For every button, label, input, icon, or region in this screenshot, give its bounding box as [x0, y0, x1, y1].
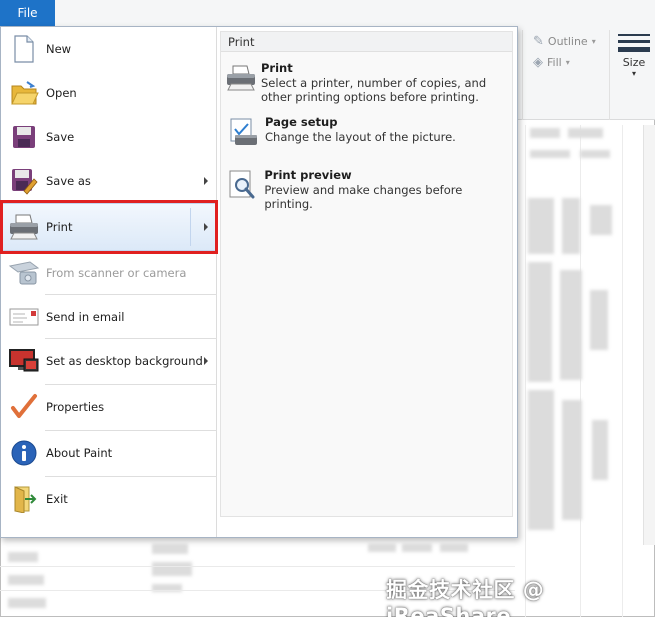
print-preview-description: Preview and make changes before printing… [264, 183, 463, 211]
vertical-scrollbar[interactable] [643, 125, 655, 545]
submenu-arrow-icon [204, 177, 208, 185]
canvas-grid-line [622, 125, 623, 617]
blurred-content [528, 262, 552, 382]
info-icon [7, 436, 41, 470]
menu-item-label: Print [46, 220, 73, 234]
page-setup-title: Page setup [265, 115, 338, 129]
menu-item-save[interactable]: Save [1, 115, 217, 159]
menu-item-about[interactable]: About Paint [1, 431, 217, 475]
fill-label: Fill [547, 56, 562, 69]
blurred-content [568, 128, 603, 138]
size-button[interactable]: Size ▾ [616, 34, 652, 78]
menu-item-label: Exit [46, 492, 68, 506]
menu-item-save-as[interactable]: Save as [1, 159, 217, 203]
save-disk-icon [7, 120, 41, 154]
blurred-content [590, 290, 608, 350]
menu-item-label: Open [46, 86, 77, 100]
blurred-content [590, 205, 612, 235]
print-option-description: Select a printer, number of copies, and … [261, 76, 487, 104]
blurred-content [580, 150, 610, 158]
blurred-content [560, 270, 582, 380]
blurred-content [530, 128, 560, 138]
menu-item-label: Save [46, 130, 75, 144]
menu-item-label: Send in email [46, 310, 125, 324]
print-option[interactable]: Print Select a printer, number of copies… [225, 60, 510, 104]
chevron-down-icon: ▾ [591, 37, 596, 46]
watermark: 掘金技术社区 @ iReaShare [386, 578, 545, 617]
menu-item-label: Properties [46, 400, 105, 414]
blurred-content [562, 400, 582, 520]
blurred-content [440, 544, 468, 552]
line-size-icon [616, 34, 652, 52]
chevron-down-icon: ▾ [631, 69, 636, 78]
fill-button[interactable]: ◈ Fill ▾ [533, 55, 570, 70]
print-pane-title: Print [221, 32, 512, 52]
outline-icon: ✎ [533, 34, 544, 49]
fill-bucket-icon: ◈ [533, 55, 543, 70]
exit-icon [7, 482, 41, 516]
file-menu: New Open Save Save as Print From scanner… [0, 26, 518, 538]
file-tab-label: File [17, 6, 38, 20]
blurred-content [8, 552, 38, 562]
menu-item-send-email[interactable]: Send in email [1, 295, 217, 339]
save-as-icon [7, 164, 41, 198]
submenu-arrow-icon[interactable] [204, 223, 208, 231]
print-submenu-pane: Print Print Select a printer, number of … [220, 31, 513, 517]
email-icon [7, 300, 41, 334]
scanner-icon [7, 256, 41, 290]
blurred-content [152, 544, 188, 554]
menu-item-label: New [46, 42, 72, 56]
blurred-content [562, 198, 580, 254]
submenu-arrow-icon [204, 357, 208, 365]
page-setup-option[interactable]: Page setup Change the layout of the pict… [225, 114, 510, 150]
new-file-icon [7, 32, 41, 66]
menu-item-label: From scanner or camera [46, 266, 187, 280]
outline-button[interactable]: ✎ Outline ▾ [533, 34, 596, 49]
print-preview-icon [225, 167, 260, 203]
print-preview-title: Print preview [264, 168, 352, 182]
open-folder-icon [7, 76, 41, 110]
menu-item-open[interactable]: Open [1, 71, 217, 115]
menu-item-label: Save as [46, 174, 91, 188]
menu-item-new[interactable]: New [1, 27, 217, 71]
menu-item-label: Set as desktop background [46, 354, 203, 368]
split-divider [190, 208, 191, 246]
menu-item-properties[interactable]: Properties [1, 385, 217, 429]
menu-item-desktop-background[interactable]: Set as desktop background [1, 339, 217, 383]
blurred-content [368, 544, 396, 552]
menu-item-label: About Paint [46, 446, 113, 460]
print-preview-option[interactable]: Print preview Preview and make changes b… [225, 167, 510, 211]
file-tab[interactable]: File [0, 0, 55, 26]
blurred-content [8, 575, 44, 585]
menu-item-print[interactable]: Print [1, 203, 217, 251]
desktop-background-icon [7, 344, 41, 378]
page-setup-description: Change the layout of the picture. [265, 130, 456, 144]
chevron-down-icon: ▾ [565, 58, 570, 67]
menu-item-scanner: From scanner or camera [1, 251, 217, 295]
blurred-content [530, 150, 570, 158]
outline-label: Outline [547, 35, 588, 48]
checkmark-icon [7, 390, 41, 424]
print-option-title: Print [261, 61, 293, 75]
printer-icon [225, 60, 257, 96]
blurred-content [528, 198, 554, 254]
menu-item-exit[interactable]: Exit [1, 477, 217, 521]
blurred-content [402, 544, 432, 552]
page-setup-icon [225, 114, 261, 150]
printer-icon [7, 210, 41, 244]
blurred-content [592, 420, 608, 480]
file-menu-commands: New Open Save Save as Print From scanner… [1, 27, 217, 537]
blurred-content [8, 598, 46, 608]
size-label: Size [622, 56, 646, 69]
canvas-grid-line [525, 125, 526, 617]
blurred-content [528, 390, 554, 530]
blurred-content [152, 562, 192, 576]
canvas-grid-line [0, 566, 515, 567]
